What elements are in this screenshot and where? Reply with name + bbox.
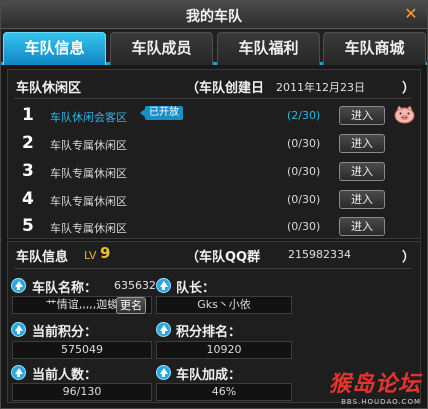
close-icon[interactable]: ✕	[401, 4, 421, 24]
lounge-row: 4 车队专属休闲区 (0/30) 进入	[14, 189, 416, 211]
info-arrow-icon	[11, 278, 26, 293]
enter-button[interactable]: 进入	[339, 217, 385, 236]
enter-button[interactable]: 进入	[339, 106, 385, 125]
members-label: 当前人数：	[32, 368, 98, 383]
qq-label: （车队QQ群	[186, 250, 261, 265]
members-field: 96/130	[12, 383, 152, 401]
lounge-heading: 车队休闲区	[16, 81, 82, 96]
enter-button[interactable]: 进入	[339, 162, 385, 181]
team-window: 我的车队 ✕ 车队信息 车队成员 车队福利 车队商城 车队休闲区 （车队创建日 …	[0, 0, 428, 409]
open-badge: 已开放	[140, 106, 183, 120]
pig-icon	[394, 105, 415, 124]
watermark: 猴岛论坛 BBS.HOUDAO.COM	[329, 366, 421, 406]
rank-field: 10920	[156, 341, 292, 359]
room-count: (2/30)	[287, 109, 321, 122]
tab-team-benefits[interactable]: 车队福利	[217, 32, 320, 65]
room-name: 车队专属休闲区	[50, 139, 127, 152]
room-count: (0/30)	[287, 220, 321, 233]
rename-button[interactable]: 更名	[116, 297, 146, 314]
rank-label: 积分排名：	[176, 325, 242, 340]
info-arrow-icon	[156, 322, 171, 337]
points-label: 当前积分：	[32, 325, 98, 340]
watermark-logo: 猴岛论坛	[328, 372, 421, 397]
row-number: 4	[22, 189, 34, 209]
room-name: 车队专属休闲区	[50, 167, 127, 180]
window-title: 我的车队	[186, 9, 242, 25]
team-info-heading: 车队信息	[16, 250, 69, 265]
created-label: （车队创建日	[186, 81, 265, 96]
tab-team-info[interactable]: 车队信息	[3, 32, 106, 65]
team-level: 9	[100, 244, 111, 262]
level-prefix: LV	[84, 249, 97, 262]
lounge-row: 1 车队休闲会客区 已开放 (2/30) 进入	[14, 105, 416, 127]
tab-team-shop[interactable]: 车队商城	[323, 32, 426, 65]
qq-number: 215982334	[288, 248, 351, 261]
title-bar: 我的车队 ✕	[1, 1, 427, 29]
enter-button[interactable]: 进入	[339, 190, 385, 209]
info-arrow-icon	[11, 365, 26, 380]
team-name-label: 车队名称：	[32, 281, 98, 296]
row-number: 5	[22, 216, 34, 236]
points-field: 575049	[12, 341, 152, 359]
room-name: 车队专属休闲区	[50, 195, 127, 208]
lounge-divider	[14, 98, 412, 99]
info-divider	[14, 268, 412, 269]
watermark-url: BBS.HOUDAO.COM	[341, 398, 421, 406]
room-name: 车队休闲会客区	[50, 111, 127, 124]
row-number: 2	[22, 133, 34, 153]
room-count: (0/30)	[287, 137, 321, 150]
info-arrow-icon	[156, 278, 171, 293]
info-arrow-icon	[11, 322, 26, 337]
row-number: 1	[22, 105, 34, 125]
room-count: (0/30)	[287, 193, 321, 206]
bonus-field: 46%	[156, 383, 292, 401]
room-count: (0/30)	[287, 165, 321, 178]
captain-label: 队长：	[176, 281, 216, 296]
tab-team-members[interactable]: 车队成员	[110, 32, 213, 65]
team-id: 635632	[114, 279, 156, 292]
lounge-row: 2 车队专属休闲区 (0/30) 进入	[14, 133, 416, 155]
qq-close: ）	[402, 250, 416, 265]
bonus-label: 车队加成：	[176, 368, 242, 383]
created-close: ）	[402, 81, 416, 96]
enter-button[interactable]: 进入	[339, 134, 385, 153]
row-number: 3	[22, 161, 34, 181]
tab-bar: 车队信息 车队成员 车队福利 车队商城	[1, 29, 427, 65]
room-name: 车队专属休闲区	[50, 222, 127, 235]
lounge-row: 5 车队专属休闲区 (0/30) 进入	[14, 216, 416, 238]
lounge-panel: 车队休闲区 （车队创建日 2011年12月23日 ） 1 车队休闲会客区 已开放…	[7, 69, 421, 239]
lounge-row: 3 车队专属休闲区 (0/30) 进入	[14, 161, 416, 183]
created-date: 2011年12月23日	[276, 81, 365, 94]
captain-field: Gks丶小依	[156, 296, 292, 314]
info-arrow-icon	[156, 365, 171, 380]
